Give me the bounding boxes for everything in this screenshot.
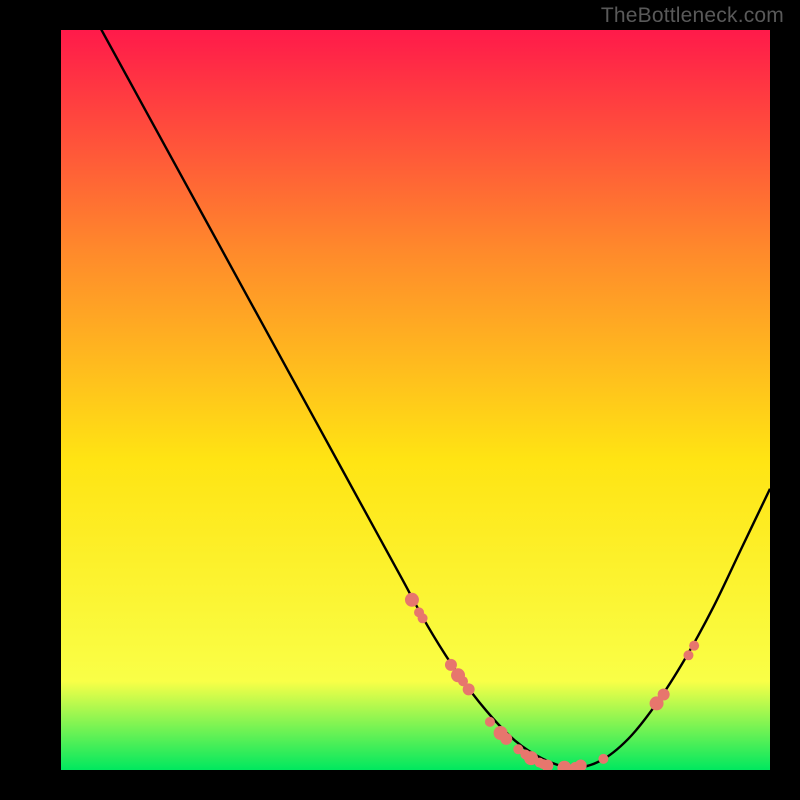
data-marker [405,593,419,607]
data-marker [418,613,428,623]
data-marker [485,717,495,727]
data-marker [463,683,475,695]
data-marker [683,650,693,660]
gradient-background [61,30,770,770]
attribution-text: TheBottleneck.com [601,4,784,28]
data-marker [598,754,608,764]
chart-frame: TheBottleneck.com [0,0,800,800]
data-marker [689,641,699,651]
data-marker [658,689,670,701]
plot-area [61,30,770,770]
data-marker [500,733,512,745]
chart-svg [61,30,770,770]
